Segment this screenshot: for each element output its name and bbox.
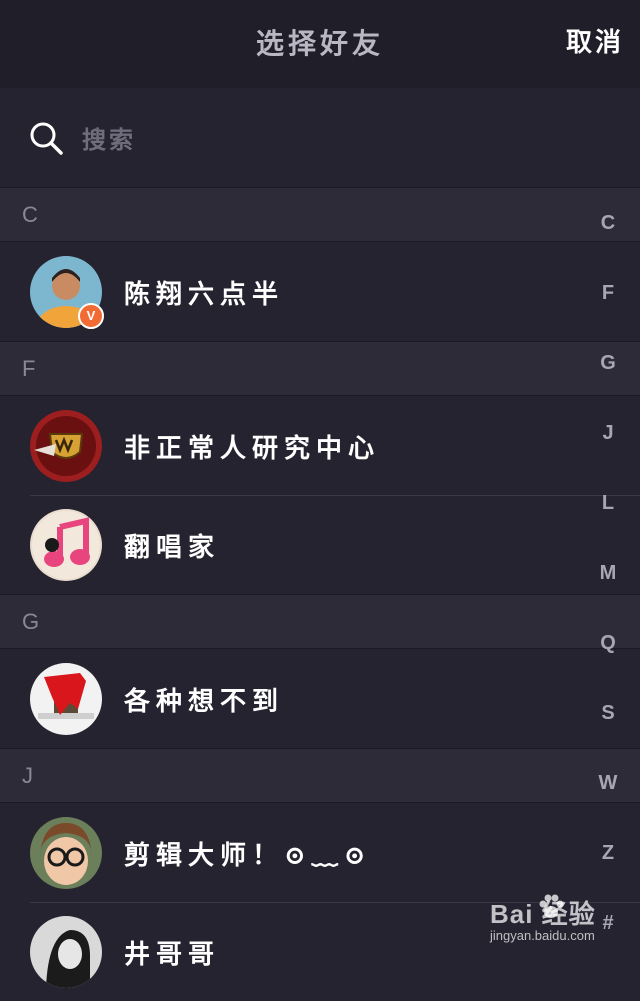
search-input[interactable] [80, 118, 584, 160]
list-item[interactable]: 各种想不到 [0, 649, 640, 748]
verified-badge-icon: V [78, 303, 104, 329]
index-letter-g[interactable]: G [588, 340, 628, 410]
avatar [30, 509, 102, 581]
index-letter-w[interactable]: W [588, 760, 628, 830]
index-letter-m[interactable]: M [588, 550, 628, 620]
avatar [30, 916, 102, 988]
index-letter-f[interactable]: F [588, 270, 628, 340]
section-letter: G [22, 609, 40, 634]
list-item[interactable]: 翻唱家 [0, 495, 640, 594]
avatar [30, 817, 102, 889]
baidu-jingyan-watermark: Bai 经验 jingyan.baidu.com [490, 890, 630, 950]
section-letter: C [22, 202, 38, 227]
section-header-g: G [0, 594, 640, 649]
contact-name: 各种想不到 [124, 687, 285, 717]
section-header-j: J [0, 748, 640, 803]
search-bar [0, 88, 640, 187]
paw-icon [539, 894, 564, 918]
index-letter-s[interactable]: S [588, 690, 628, 760]
contact-name: 翻唱家 [124, 533, 221, 563]
list-item[interactable]: 非正常人研究中心 [0, 396, 640, 495]
alphabet-index[interactable]: C F G J L M Q S W Z # [588, 200, 628, 970]
contact-name: 陈翔六点半 [124, 280, 285, 310]
index-letter-q[interactable]: Q [588, 620, 628, 690]
section-letter: J [22, 763, 33, 788]
contact-name: 非正常人研究中心 [124, 434, 381, 464]
section-letter: F [22, 356, 36, 381]
watermark-url: jingyan.baidu.com [490, 928, 595, 943]
avatar [30, 663, 102, 735]
index-letter-l[interactable]: L [588, 480, 628, 550]
section-header-f: F [0, 341, 640, 396]
friend-list: C V 陈翔六点半 F 非正常人研究中心 翻唱家 G 各种想不到 J 剪辑大师！… [0, 187, 640, 1001]
page-title: 选择好友 [255, 27, 384, 60]
index-letter-j[interactable]: J [588, 410, 628, 480]
section-header-c: C [0, 187, 640, 242]
contact-name: 剪辑大师！⊙﹏⊙ [124, 841, 372, 871]
index-letter-c[interactable]: C [588, 200, 628, 270]
search-icon [30, 122, 63, 155]
top-navbar: 选择好友 取消 [0, 0, 640, 88]
avatar [30, 410, 102, 482]
list-item[interactable]: V 陈翔六点半 [0, 242, 640, 341]
list-item[interactable]: 剪辑大师！⊙﹏⊙ [0, 803, 640, 902]
contact-name: 井哥哥 [124, 940, 221, 970]
cancel-button[interactable]: 取消 [566, 22, 624, 59]
